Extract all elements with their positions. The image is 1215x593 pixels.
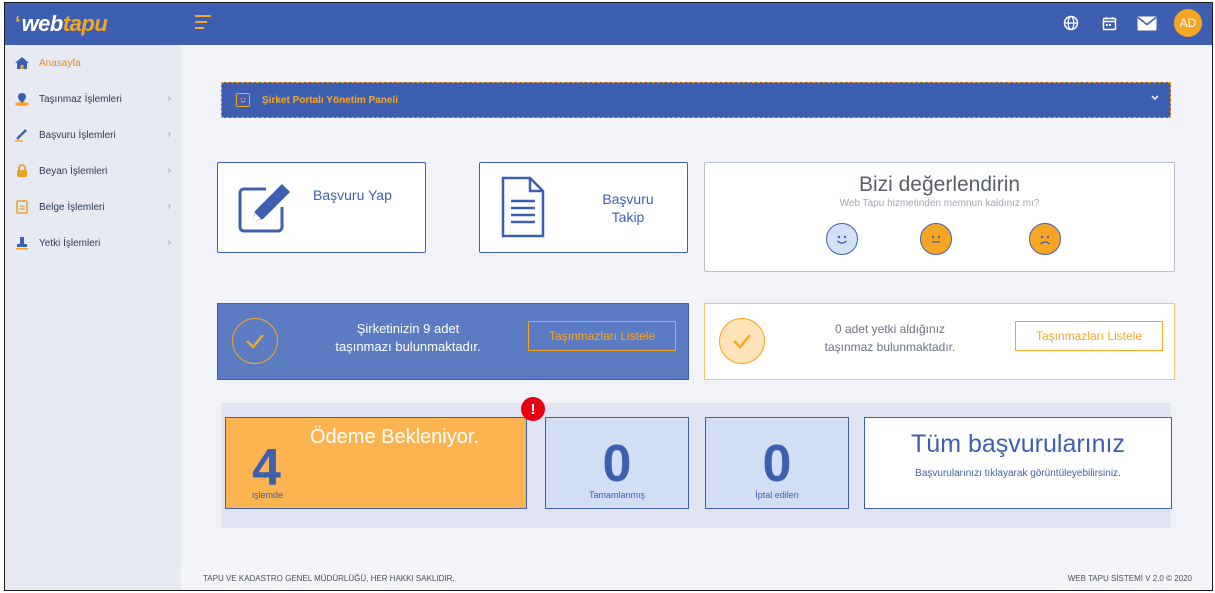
rating-title: Bizi değerlendirin	[858, 173, 1021, 196]
company-text-line1: Şirketinizin 9 adet	[356, 321, 460, 336]
completed-label: Tamamlanmış	[588, 490, 645, 500]
sad-face-icon[interactable]	[1029, 223, 1061, 255]
alert-icon: !	[521, 397, 545, 421]
rating-subtitle: Web Tapu hizmetinden memnun kaldınız mı?	[839, 198, 1040, 209]
all-applications-box[interactable]: Tüm başvurularınız Başvurularınızı tıkla…	[864, 417, 1172, 509]
sidebar-item-label: Anasayfa	[39, 57, 81, 69]
document-icon	[13, 199, 31, 215]
footer-copyright: TAPU VE KADASTRO GENEL MÜDÜRLÜĞÜ, HER HA…	[203, 573, 455, 583]
authority-text-line1: 0 adet yetki aldığınız	[834, 322, 946, 336]
authority-text-line2: taşınmaz bulunmaktadır.	[824, 340, 956, 354]
all-applications-subtitle: Başvurularınızı tıklayarak görüntüleyebi…	[915, 468, 1121, 479]
logo-mark-icon: ‘	[15, 12, 21, 35]
top-bar: ‘ web tapu AD	[5, 3, 1212, 45]
happy-face-icon[interactable]	[826, 223, 858, 255]
sidebar-item-declaration[interactable]: Beyan İşlemleri ›	[5, 153, 181, 189]
pending-count: 4	[252, 439, 281, 497]
company-text-line2: taşınmazı bulunmaktadır.	[335, 339, 481, 354]
mail-icon[interactable]	[1136, 12, 1158, 34]
pen-icon	[13, 127, 31, 143]
sidebar-item-label: Belge İşlemleri	[39, 201, 105, 213]
sidebar-item-label: Yetki İşlemleri	[39, 237, 101, 249]
chevron-right-icon: ›	[167, 93, 171, 104]
sidebar-item-home[interactable]: Anasayfa	[5, 45, 181, 81]
home-icon	[13, 55, 31, 71]
location-pin-icon	[13, 91, 31, 107]
track-card[interactable]: Başvuru Takip	[479, 162, 688, 253]
chevron-right-icon: ›	[167, 237, 171, 248]
chevron-down-icon[interactable]	[1150, 93, 1160, 105]
sidebar-item-label: Beyan İşlemleri	[39, 165, 108, 177]
sidebar-item-applications[interactable]: Başvuru İşlemleri ›	[5, 117, 181, 153]
check-icon	[719, 318, 765, 364]
track-label-line2: Takip	[611, 209, 645, 225]
check-icon	[232, 318, 278, 364]
completed-box[interactable]: 0 Tamamlanmış	[545, 417, 689, 509]
smile-icon	[236, 93, 250, 107]
pending-label: işlemde	[252, 490, 284, 500]
sidebar-item-property[interactable]: Taşınmaz İşlemleri ›	[5, 81, 181, 117]
cancelled-box[interactable]: 0 İptal edilen	[705, 417, 849, 509]
chevron-right-icon: ›	[167, 201, 171, 212]
cancelled-label: İptal edilen	[755, 490, 799, 500]
rating-card: Bizi değerlendirin Web Tapu hizmetinden …	[704, 162, 1175, 272]
company-panel-bar[interactable]: Şirket Portalı Yönetim Paneli	[221, 82, 1171, 118]
main-content: Şirket Portalı Yönetim Paneli Başvuru Ya…	[181, 45, 1212, 590]
sidebar-item-label: Taşınmaz İşlemleri	[39, 93, 122, 105]
pending-title: Ödeme Bekleniyor.	[310, 426, 479, 448]
list-properties-button[interactable]: Taşınmazları Listele	[528, 321, 676, 351]
authority-properties-info: 0 adet yetki aldığınız taşınmaz bulunmak…	[704, 303, 1175, 380]
globe-icon[interactable]	[1060, 12, 1082, 34]
application-stats: 4 işlemde Ödeme Bekleniyor. ! 0 Tamamlan…	[221, 397, 1172, 528]
footer: TAPU VE KADASTRO GENEL MÜDÜRLÜĞÜ, HER HA…	[181, 564, 1212, 590]
apply-label: Başvuru Yap	[313, 187, 392, 203]
hamburger-icon[interactable]	[195, 15, 211, 31]
list-authority-properties-button[interactable]: Taşınmazları Listele	[1015, 321, 1163, 351]
apply-card[interactable]: Başvuru Yap	[217, 162, 426, 253]
lock-icon	[13, 163, 31, 179]
document-icon	[501, 176, 545, 238]
pending-payment-box[interactable]: 4 işlemde Ödeme Bekleniyor.	[225, 417, 527, 509]
avatar[interactable]: AD	[1174, 9, 1202, 37]
chevron-right-icon: ›	[167, 129, 171, 140]
company-properties-text: Şirketinizin 9 adet taşınmazı bulunmakta…	[308, 320, 508, 356]
edit-icon	[238, 184, 290, 233]
logo[interactable]: ‘ web tapu	[5, 3, 181, 45]
logo-text-web: web	[21, 11, 64, 36]
sidebar-item-documents[interactable]: Belge İşlemleri ›	[5, 189, 181, 225]
app-window: ‘ web tapu AD Anasayfa Taşınmaz İşlemler…	[4, 2, 1213, 591]
track-label-line1: Başvuru	[602, 191, 654, 207]
top-icons: AD	[1060, 9, 1202, 37]
neutral-face-icon[interactable]	[920, 223, 952, 255]
cancelled-count: 0	[762, 435, 792, 493]
completed-count: 0	[602, 435, 632, 493]
sidebar-item-label: Başvuru İşlemleri	[39, 129, 116, 141]
sidebar: Anasayfa Taşınmaz İşlemleri › Başvuru İş…	[5, 45, 181, 590]
company-properties-info: Şirketinizin 9 adet taşınmazı bulunmakta…	[217, 303, 689, 380]
all-applications-title: Tüm başvurularınız	[911, 430, 1125, 458]
sidebar-item-authority[interactable]: Yetki İşlemleri ›	[5, 225, 181, 261]
authority-properties-text: 0 adet yetki aldığınız taşınmaz bulunmak…	[795, 320, 985, 356]
stamp-icon	[13, 235, 31, 251]
logo-text-tapu: tapu	[62, 11, 108, 36]
footer-version: WEB TAPU SİSTEMİ V 2.0 © 2020	[1067, 573, 1192, 583]
calendar-icon[interactable]	[1098, 12, 1120, 34]
chevron-right-icon: ›	[167, 165, 171, 176]
panel-title: Şirket Portalı Yönetim Paneli	[262, 94, 398, 106]
